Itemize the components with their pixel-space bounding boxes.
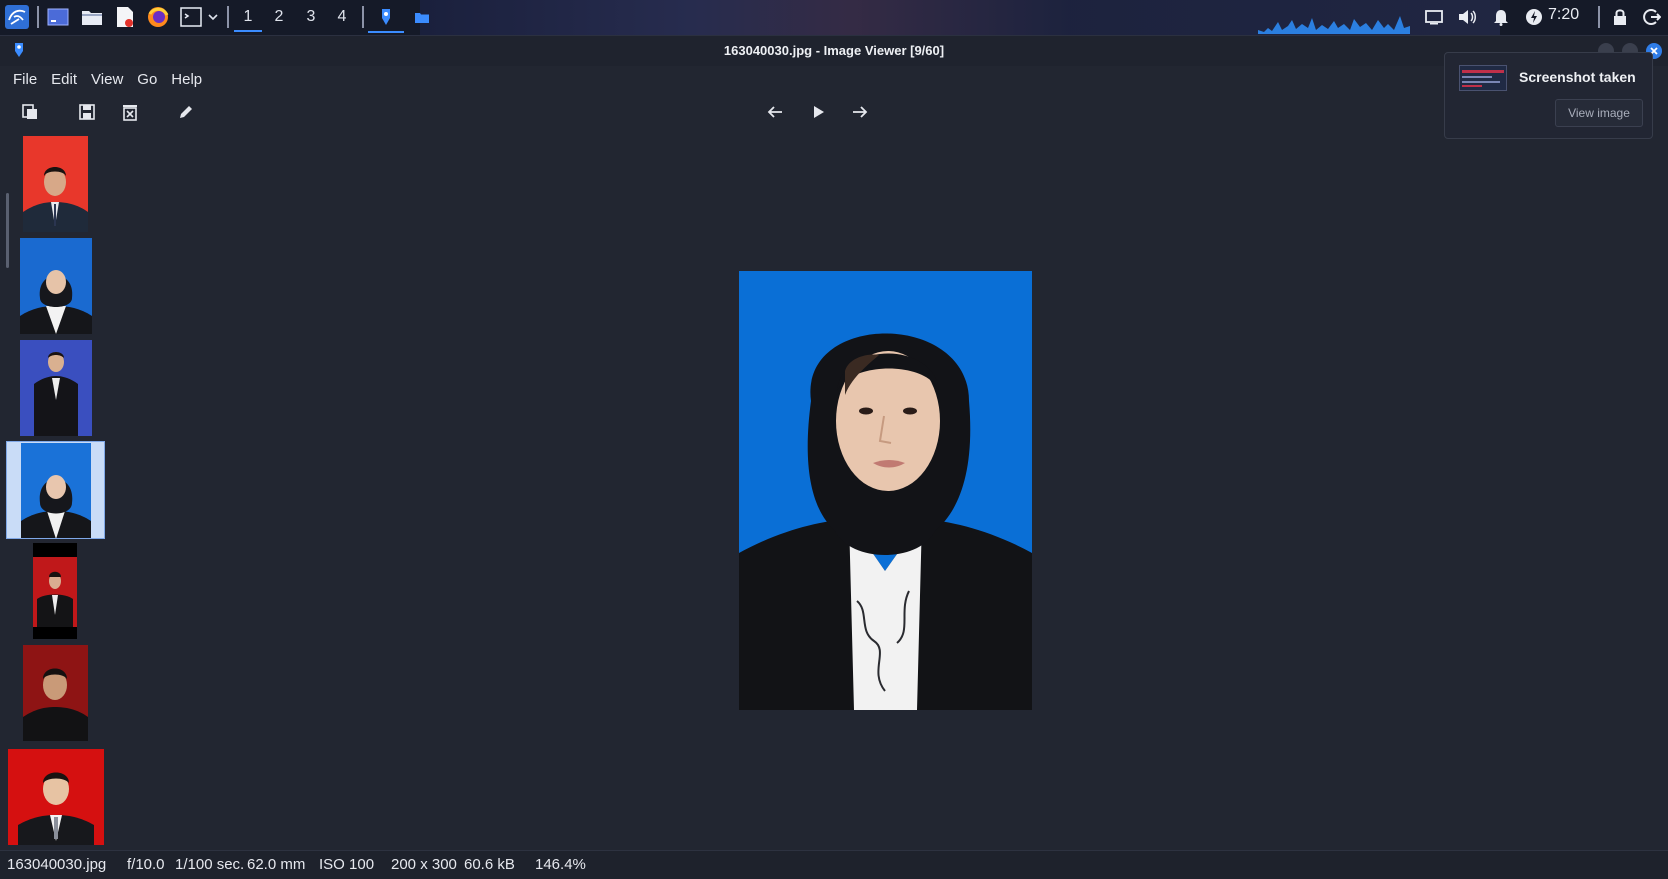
status-shutter: 1/100 sec. [175, 856, 245, 873]
main-image[interactable] [739, 271, 1032, 710]
thumbnail-5[interactable] [33, 543, 77, 639]
show-desktop-icon[interactable] [46, 5, 70, 29]
task-folder-icon[interactable] [410, 5, 434, 29]
firefox-icon[interactable] [146, 5, 170, 29]
delete-icon [123, 105, 137, 121]
workspace-1[interactable]: 1 [234, 4, 262, 32]
menu-edit[interactable]: Edit [44, 70, 84, 90]
screenshot-preview-icon [1459, 65, 1507, 91]
panel-separator [37, 6, 39, 28]
display-icon[interactable] [1423, 5, 1445, 29]
workspace-3[interactable]: 3 [297, 4, 325, 30]
edit-icon [180, 106, 192, 118]
lock-icon[interactable] [1609, 5, 1631, 29]
notification-title: Screenshot taken [1519, 69, 1636, 85]
play-slideshow-icon [814, 106, 824, 118]
thumbnail-scrollbar[interactable] [6, 193, 9, 268]
window-title: 163040030.jpg - Image Viewer [9/60] [723, 43, 945, 58]
delete-button[interactable] [119, 101, 141, 123]
screenshot-notification[interactable]: Screenshot taken View image [1444, 52, 1653, 139]
chevron-down-icon[interactable] [206, 5, 220, 29]
previous-button[interactable] [764, 101, 786, 123]
status-filesize: 60.6 kB [464, 856, 515, 873]
logout-icon[interactable] [1641, 5, 1663, 29]
save-as-icon [79, 104, 95, 120]
status-iso: ISO 100 [319, 856, 375, 873]
workspace-2[interactable]: 2 [265, 4, 293, 30]
thumbnail-2[interactable] [20, 238, 92, 334]
copy-icon [22, 104, 37, 119]
slideshow-button[interactable] [807, 101, 829, 123]
file-manager-icon[interactable] [80, 5, 104, 29]
thumbnail-3[interactable] [20, 340, 92, 436]
menu-view[interactable]: View [84, 70, 130, 90]
volume-icon[interactable] [1456, 5, 1478, 29]
save-as-button[interactable] [76, 101, 98, 123]
edit-button[interactable] [175, 101, 197, 123]
status-zoom: 146.4% [535, 856, 586, 873]
next-button[interactable] [849, 101, 871, 123]
notification-bell-icon[interactable] [1490, 5, 1512, 29]
thumbnail-1[interactable] [23, 136, 88, 232]
menu-bar: File Edit View Go Help [6, 70, 209, 90]
task-image-viewer[interactable] [368, 3, 404, 33]
next-arrow-icon [853, 106, 868, 118]
kali-menu-icon[interactable] [4, 5, 30, 29]
previous-arrow-icon [767, 106, 782, 118]
text-editor-icon[interactable] [113, 5, 137, 29]
cpu-graph [1258, 16, 1410, 34]
status-aperture: f/10.0 [127, 856, 165, 873]
power-manager-icon[interactable] [1523, 5, 1545, 29]
panel-clock[interactable]: 7:20 [1548, 6, 1579, 24]
thumbnail-6[interactable] [23, 645, 88, 741]
menu-help[interactable]: Help [164, 70, 209, 90]
status-bar: 163040030.jpg f/10.0 1/100 sec. 62.0 mm … [0, 850, 1668, 879]
thumbnail-4-selected[interactable] [6, 441, 105, 539]
menu-file[interactable]: File [6, 70, 44, 90]
panel-separator [1598, 6, 1600, 28]
top-panel: 1 2 3 4 7:20 [0, 0, 1668, 36]
copy-button[interactable] [19, 101, 41, 123]
panel-separator [227, 6, 229, 28]
menu-go[interactable]: Go [130, 70, 164, 90]
status-filename: 163040030.jpg [7, 856, 107, 873]
terminal-icon[interactable] [179, 5, 203, 29]
status-dimensions: 200 x 300 [391, 856, 457, 873]
view-image-button[interactable]: View image [1555, 99, 1643, 127]
status-focal-length: 62.0 mm [247, 856, 306, 873]
workspace-4[interactable]: 4 [328, 4, 356, 30]
thumbnail-7[interactable] [8, 749, 104, 845]
panel-separator [362, 6, 364, 28]
